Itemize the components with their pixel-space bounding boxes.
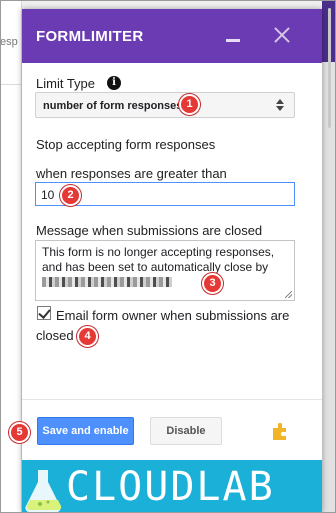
response-limit-value: 10 <box>41 188 55 202</box>
callout-badge-1: 1 <box>179 94 200 115</box>
disable-button[interactable]: Disable <box>150 417 222 445</box>
message-line-2: and has been set to automatically close … <box>42 260 269 274</box>
stop-accepting-heading: Stop accepting form responses <box>36 137 216 152</box>
scrollbar[interactable] <box>328 8 331 128</box>
footer-divider <box>22 399 322 400</box>
email-owner-checkbox[interactable] <box>37 306 51 320</box>
resize-handle[interactable] <box>285 291 292 298</box>
info-icon[interactable]: i <box>107 76 121 90</box>
sidebar-header: FORMLIMITER <box>22 9 322 63</box>
email-owner-label: Email form owner when submissions are <box>56 308 290 323</box>
save-and-enable-button[interactable]: Save and enable <box>37 417 134 445</box>
banner-text: CLOUDLAB <box>66 464 275 510</box>
sidebar-title: FORMLIMITER <box>36 28 144 45</box>
cloudlab-banner: CLOUDLAB <box>22 460 322 513</box>
callout-badge-2: 2 <box>60 185 81 206</box>
email-owner-label-cont: closed <box>36 328 74 343</box>
condition-label: when responses are greater than <box>36 166 227 181</box>
limit-type-select[interactable]: number of form responses <box>35 92 295 118</box>
flask-icon <box>25 470 62 513</box>
select-arrows-icon <box>275 98 285 112</box>
close-icon[interactable] <box>269 23 295 49</box>
redacted-text <box>42 277 172 287</box>
limit-type-value: number of form responses <box>43 100 183 112</box>
limit-type-label: Limit Type <box>36 76 96 91</box>
closed-message-textarea[interactable]: This form is no longer accepting respons… <box>35 240 295 301</box>
formlimiter-sidebar: FORMLIMITER Limit Type i number of form … <box>22 9 322 513</box>
background-divider <box>0 84 22 85</box>
callout-badge-4: 4 <box>77 326 98 347</box>
background-text: esp <box>0 36 18 48</box>
callout-badge-5: 5 <box>9 422 30 443</box>
message-line-1: This form is no longer accepting respons… <box>42 245 275 259</box>
puzzle-icon[interactable] <box>271 421 291 441</box>
callout-badge-3: 3 <box>202 273 223 294</box>
minimize-icon[interactable] <box>226 39 240 42</box>
closed-message-label: Message when submissions are closed <box>36 223 263 238</box>
